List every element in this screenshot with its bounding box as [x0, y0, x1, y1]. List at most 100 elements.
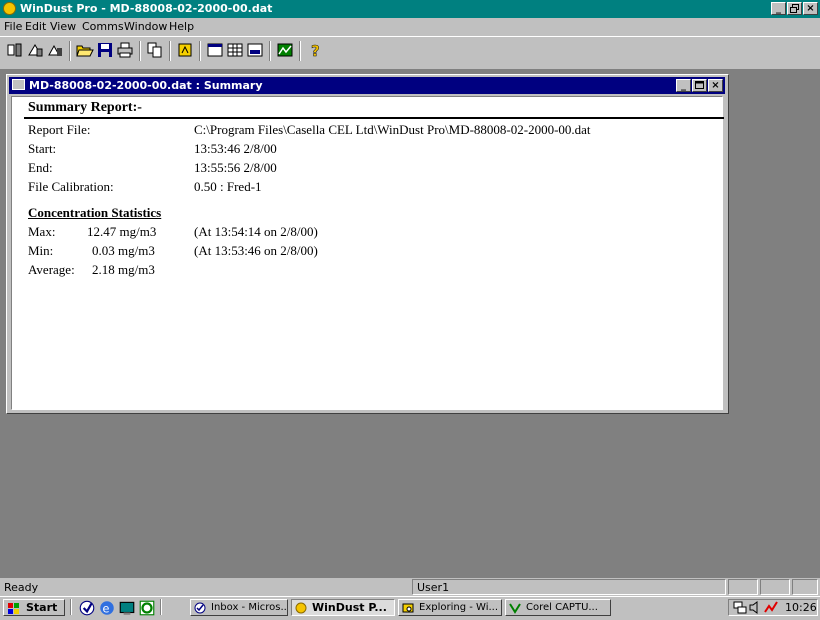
- menu-bar: File Edit View Comms Window Help: [0, 18, 820, 36]
- app-caption-buttons: _ ×: [770, 2, 818, 15]
- calibration-value: 0.50 : Fred-1: [194, 179, 262, 194]
- start-label: Start: [26, 601, 58, 614]
- start-label: Start:: [28, 141, 57, 156]
- task-inbox[interactable]: Inbox - Micros...: [190, 599, 288, 616]
- table-view-icon[interactable]: [226, 41, 244, 59]
- graph-icon[interactable]: [276, 41, 294, 59]
- outlook-task-icon: [194, 602, 206, 614]
- download-icon[interactable]: [6, 41, 24, 59]
- status-panel-caps: [728, 579, 758, 595]
- max-timestamp: (At 13:54:14 on 2/8/00): [194, 224, 318, 239]
- status-ready: Ready: [4, 581, 39, 594]
- report-file-value: C:\Program Files\Casella CEL Ltd\WinDust…: [194, 122, 591, 137]
- calibration-label: File Calibration:: [28, 179, 114, 194]
- app-title-bar: WinDust Pro - MD-88008-02-2000-00.dat _ …: [0, 0, 820, 18]
- desktop-quicklaunch-icon[interactable]: [118, 599, 135, 615]
- channels-quicklaunch-icon[interactable]: [138, 599, 155, 616]
- logger-icon[interactable]: [46, 41, 64, 59]
- network-tray-icon[interactable]: [733, 601, 747, 614]
- status-panel-scrl: [792, 579, 818, 595]
- child-caption-buttons: _ ×: [675, 79, 723, 92]
- toolbar-separator: [139, 41, 141, 61]
- system-tray: 10:26: [728, 599, 818, 616]
- window-view-icon[interactable]: [246, 41, 264, 59]
- report-file-label: Report File:: [28, 122, 91, 137]
- toolbar-separator: [169, 41, 171, 61]
- ie-quicklaunch-icon[interactable]: e: [98, 599, 114, 616]
- toolbar-separator: [199, 41, 201, 61]
- max-label: Max:: [28, 224, 56, 239]
- save-disk-icon[interactable]: [96, 41, 114, 59]
- copy-icon[interactable]: [146, 41, 164, 59]
- task-corel-capture[interactable]: Corel CAPTU...: [505, 599, 611, 616]
- average-value: 2.18 mg/m3: [92, 262, 155, 277]
- help-icon[interactable]: ?: [306, 41, 324, 61]
- outlook-quicklaunch-icon[interactable]: [78, 599, 95, 616]
- clock: 10:26: [785, 601, 817, 614]
- summary-window-title-bar: MD-88008-02-2000-00.dat : Summary _ ×: [9, 77, 725, 94]
- toolbar-separator: [69, 41, 71, 61]
- end-label: End:: [28, 160, 53, 175]
- task-exploring-label: Exploring - Wi...: [419, 602, 499, 613]
- average-label: Average:: [28, 262, 75, 277]
- task-corel-label: Corel CAPTU...: [526, 602, 598, 613]
- toolbar-separator: [269, 41, 271, 61]
- min-timestamp: (At 13:53:46 on 2/8/00): [194, 243, 318, 258]
- restore-button[interactable]: [787, 2, 802, 15]
- windows-logo-icon: [8, 603, 19, 614]
- start-button[interactable]: Start: [3, 599, 65, 616]
- task-inbox-label: Inbox - Micros...: [211, 602, 288, 613]
- task-windust[interactable]: WinDust P...: [291, 599, 395, 616]
- child-maximize-button[interactable]: [692, 79, 707, 92]
- max-value: 12.47 mg/m3: [87, 224, 157, 239]
- min-label: Min:: [28, 243, 54, 258]
- menu-window[interactable]: Window: [124, 20, 167, 33]
- menu-view[interactable]: View: [50, 20, 76, 33]
- status-panel-num: [760, 579, 790, 595]
- toolbar: ?: [0, 36, 820, 70]
- close-button[interactable]: ×: [803, 2, 818, 15]
- volume-tray-icon[interactable]: [749, 601, 761, 614]
- windust-task-icon: [295, 602, 307, 614]
- open-folder-icon[interactable]: [76, 41, 94, 59]
- svg-text:e: e: [103, 603, 110, 616]
- calibrate-icon[interactable]: [176, 41, 194, 59]
- taskbar: Start e Inbox - Micros... WinDust P... E…: [0, 596, 820, 617]
- start-value: 13:53:46 2/8/00: [194, 141, 277, 156]
- restore-icon: [790, 4, 799, 13]
- status-user: User1: [417, 581, 450, 594]
- signal-tray-icon[interactable]: [764, 601, 778, 614]
- app-title: WinDust Pro - MD-88008-02-2000-00.dat: [20, 2, 273, 15]
- toolbar-separator: [299, 41, 301, 61]
- task-windust-label: WinDust P...: [312, 601, 387, 614]
- menu-file[interactable]: File: [4, 20, 22, 33]
- document-icon[interactable]: [12, 79, 25, 90]
- child-minimize-button[interactable]: _: [676, 79, 691, 92]
- explorer-task-icon: [402, 603, 414, 613]
- summary-view-icon[interactable]: [206, 41, 224, 59]
- minimize-button[interactable]: _: [771, 2, 786, 15]
- print-icon[interactable]: [116, 41, 134, 59]
- stats-heading: Concentration Statistics: [28, 205, 162, 220]
- menu-help[interactable]: Help: [169, 20, 194, 33]
- report-heading: Summary Report:-: [28, 100, 142, 115]
- maximize-icon: [695, 81, 704, 89]
- heading-rule: [24, 117, 724, 119]
- quicklaunch-separator: [70, 599, 72, 615]
- task-exploring[interactable]: Exploring - Wi...: [398, 599, 502, 616]
- summary-window-title: MD-88008-02-2000-00.dat : Summary: [29, 79, 263, 92]
- menu-edit[interactable]: Edit: [25, 20, 46, 33]
- status-user-panel: User1: [412, 579, 726, 595]
- instrument-icon[interactable]: [26, 41, 44, 59]
- min-value: 0.03 mg/m3: [92, 243, 155, 258]
- svg-text:?: ?: [311, 42, 320, 59]
- status-bar: Ready User1: [0, 578, 820, 596]
- summary-report-panel: Summary Report:- Report File: C:\Program…: [11, 96, 724, 410]
- summary-window: MD-88008-02-2000-00.dat : Summary _ × Su…: [6, 74, 729, 414]
- quicklaunch-separator: [160, 599, 162, 615]
- menu-comms[interactable]: Comms: [82, 20, 124, 33]
- child-close-button[interactable]: ×: [708, 79, 723, 92]
- end-value: 13:55:56 2/8/00: [194, 160, 277, 175]
- app-icon[interactable]: [3, 2, 16, 15]
- corel-task-icon: [509, 603, 521, 614]
